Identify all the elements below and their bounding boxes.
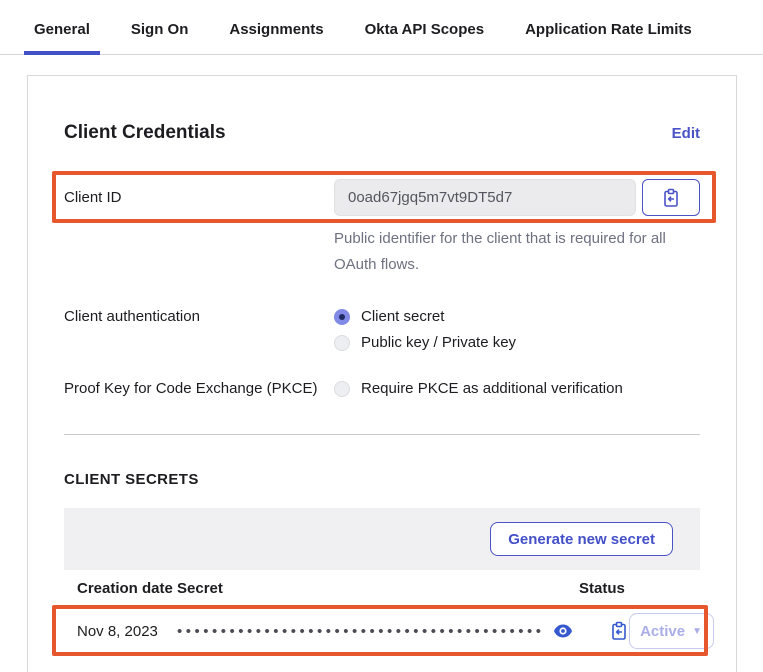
client-id-help-text: Public identifier for the client that is… xyxy=(334,226,670,278)
secrets-table-header: Creation date Secret Status xyxy=(64,570,700,608)
tab-okta-api-scopes[interactable]: Okta API Scopes xyxy=(355,12,495,55)
secret-status-dropdown[interactable]: Active ▼ xyxy=(629,613,714,649)
radio-unselected-icon[interactable] xyxy=(334,335,350,351)
tab-application-rate-limits[interactable]: Application Rate Limits xyxy=(515,12,702,55)
pkce-label: Proof Key for Code Exchange (PKCE) xyxy=(64,380,334,397)
client-authentication-label: Client authentication xyxy=(64,308,334,325)
client-credentials-title: Client Credentials xyxy=(64,122,226,144)
header-secret: Secret xyxy=(177,580,577,597)
general-settings-card: Client Credentials Edit Client ID 0oad67… xyxy=(27,75,737,672)
copy-client-id-button[interactable] xyxy=(642,179,700,216)
client-id-row: Client ID 0oad67jgq5m7vt9DT5d7 xyxy=(64,179,700,216)
eye-icon xyxy=(553,623,573,639)
client-secrets-toolbar: Generate new secret xyxy=(64,508,700,570)
client-id-label: Client ID xyxy=(64,189,334,206)
radio-client-secret[interactable]: Client secret xyxy=(334,308,516,325)
client-secrets-title: CLIENT SECRETS xyxy=(64,471,700,488)
clipboard-icon xyxy=(661,188,681,208)
pkce-checkbox-option[interactable]: Require PKCE as additional verification xyxy=(334,380,623,397)
reveal-secret-button[interactable] xyxy=(553,623,573,639)
secret-status-label: Active xyxy=(640,623,685,640)
tab-bar: General Sign On Assignments Okta API Sco… xyxy=(0,12,763,55)
radio-public-private-key[interactable]: Public key / Private key xyxy=(334,334,516,351)
masked-secret-value: ••••••••••••••••••••••••••••••••••••••••… xyxy=(177,623,545,640)
copy-secret-button[interactable] xyxy=(609,621,629,641)
checkbox-unchecked-icon[interactable] xyxy=(334,381,350,397)
header-creation-date: Creation date xyxy=(77,580,177,597)
client-id-value[interactable]: 0oad67jgq5m7vt9DT5d7 xyxy=(334,179,636,216)
radio-selected-icon[interactable] xyxy=(334,309,350,325)
section-divider xyxy=(64,434,700,435)
chevron-down-icon: ▼ xyxy=(692,626,702,637)
secret-creation-date: Nov 8, 2023 xyxy=(77,623,177,640)
client-authentication-row: Client authentication Client secret Publ… xyxy=(64,308,700,351)
pkce-option-label: Require PKCE as additional verification xyxy=(361,380,623,397)
header-status: Status xyxy=(577,580,687,597)
pkce-row: Proof Key for Code Exchange (PKCE) Requi… xyxy=(64,380,700,397)
radio-public-private-key-label: Public key / Private key xyxy=(361,334,516,351)
radio-client-secret-label: Client secret xyxy=(361,308,444,325)
tab-assignments[interactable]: Assignments xyxy=(219,12,333,55)
clipboard-icon xyxy=(609,621,629,641)
edit-link[interactable]: Edit xyxy=(672,125,700,142)
tab-sign-on[interactable]: Sign On xyxy=(121,12,199,55)
secret-table-row: Nov 8, 2023 ••••••••••••••••••••••••••••… xyxy=(64,608,700,654)
tab-general[interactable]: General xyxy=(24,12,100,55)
generate-new-secret-button[interactable]: Generate new secret xyxy=(490,522,673,556)
